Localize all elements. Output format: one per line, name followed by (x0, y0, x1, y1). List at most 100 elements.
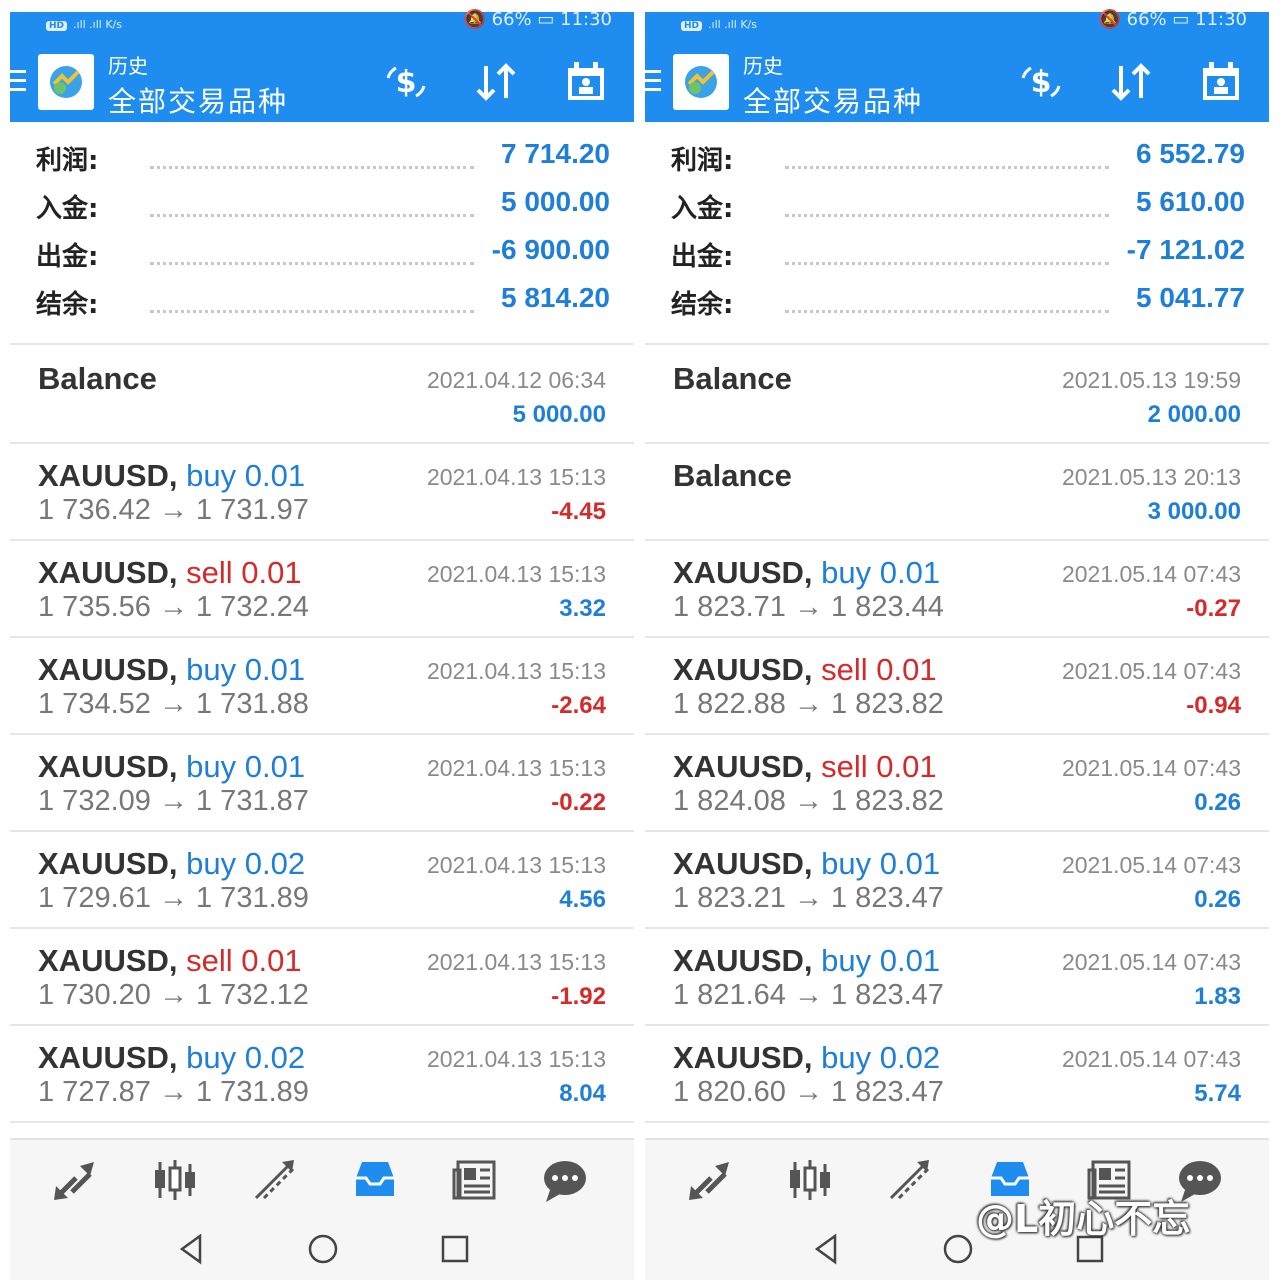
quotes-icon[interactable] (50, 1156, 100, 1204)
deal-row[interactable]: XAUUSD, buy 0.01 1 821.64 → 1 823.47 202… (645, 927, 1269, 1024)
currency-exchange-icon[interactable]: $ (1017, 60, 1065, 104)
home-icon[interactable] (306, 1232, 340, 1266)
quotes-icon[interactable] (685, 1156, 735, 1204)
deal-row[interactable]: XAUUSD, sell 0.01 1 730.20 → 1 732.12 20… (10, 927, 634, 1024)
calendar-icon[interactable] (562, 60, 610, 104)
deal-row[interactable]: XAUUSD, buy 0.01 1 823.21 → 1 823.47 202… (645, 830, 1269, 927)
deal-prices: 1 820.60 → 1 823.47 (673, 1076, 944, 1108)
dotted-leader (785, 262, 1109, 265)
chat-icon[interactable] (540, 1156, 590, 1204)
summary-label: 结余: (671, 290, 734, 320)
deal-row[interactable]: XAUUSD, buy 0.01 1 734.52 → 1 731.88 202… (10, 636, 634, 733)
trade-icon[interactable] (885, 1156, 935, 1204)
chart-icon[interactable] (785, 1156, 835, 1204)
deal-side: buy 0.01 (186, 749, 306, 784)
divider (645, 1121, 1269, 1123)
dotted-leader (150, 310, 474, 313)
deal-profit: -0.27 (1186, 595, 1241, 622)
deal-time: 2021.05.14 07:43 (1061, 1046, 1241, 1072)
deal-profit: -0.22 (551, 789, 606, 816)
deal-side: buy 0.01 (186, 458, 306, 493)
deal-row[interactable]: XAUUSD, buy 0.01 1 732.09 → 1 731.87 202… (10, 733, 634, 830)
summary-label: 结余: (36, 290, 99, 320)
screen-title[interactable]: 全部交易品种 (743, 80, 923, 120)
back-icon[interactable] (174, 1232, 208, 1266)
deal-profit: -1.92 (551, 983, 606, 1010)
deal-title: Balance (38, 361, 157, 396)
svg-text:$: $ (396, 65, 417, 100)
deal-row[interactable]: XAUUSD, sell 0.01 1 824.08 → 1 823.82 20… (645, 733, 1269, 830)
deal-profit: -0.94 (1186, 692, 1241, 719)
deal-title: XAUUSD, buy 0.01 (673, 846, 940, 882)
deal-row-balance[interactable]: Balance 2021.05.13 20:13 3 000.00 (645, 442, 1269, 539)
summary-value: -7 121.02 (1126, 234, 1245, 265)
deal-side: buy 0.02 (186, 1040, 306, 1075)
summary-label: 入金: (671, 194, 734, 224)
summary-value: 6 552.79 (1136, 138, 1245, 169)
deal-row[interactable]: XAUUSD, buy 0.02 1 820.60 → 1 823.47 202… (645, 1024, 1269, 1121)
screen-title[interactable]: 全部交易品种 (108, 80, 288, 120)
sort-icon[interactable] (472, 60, 520, 104)
deal-profit: 0.26 (1194, 789, 1241, 816)
summary-section: 利润: 6 552.79 入金: 5 610.00 出金: -7 121.02 … (645, 122, 1269, 344)
history-icon[interactable] (350, 1156, 400, 1204)
status-bar-right: 🔕 66% ▭ 11:30 (1098, 9, 1247, 30)
deal-title: XAUUSD, buy 0.02 (673, 1040, 940, 1076)
deal-symbol: XAUUSD, (38, 749, 178, 784)
currency-exchange-icon[interactable]: $ (382, 60, 430, 104)
deal-title: Balance (673, 361, 792, 396)
summary-label: 入金: (36, 194, 99, 224)
summary-label: 利润: (671, 146, 734, 176)
deal-prices: 1 727.87 → 1 731.89 (38, 1076, 309, 1108)
deal-time: 2021.04.13 15:13 (426, 561, 606, 587)
deal-side: buy 0.01 (821, 555, 941, 590)
dotted-leader (785, 310, 1109, 313)
system-navigation (10, 1218, 634, 1280)
back-icon[interactable] (809, 1232, 843, 1266)
deal-prices: 1 822.88 → 1 823.82 (673, 688, 944, 720)
deal-profit: 1.83 (1194, 983, 1241, 1010)
battery-level: 66% (491, 9, 532, 30)
status-bar-left: HD .ıll .ıll K/s (681, 18, 757, 31)
deal-row-balance[interactable]: Balance 2021.05.13 19:59 2 000.00 (645, 345, 1269, 442)
recents-icon[interactable] (438, 1232, 472, 1266)
clock: 11:30 (560, 9, 612, 30)
deal-symbol: XAUUSD, (38, 555, 178, 590)
deal-time: 2021.05.13 19:59 (1061, 367, 1241, 393)
summary-row-balance: 结余: 5 814.20 (10, 280, 634, 328)
deal-time: 2021.05.14 07:43 (1061, 755, 1241, 781)
deal-profit: 8.04 (559, 1080, 606, 1107)
deal-row[interactable]: XAUUSD, buy 0.02 1 727.87 → 1 731.89 202… (10, 1024, 634, 1121)
news-icon[interactable] (450, 1156, 500, 1204)
deal-title: XAUUSD, sell 0.01 (38, 943, 302, 979)
deal-time: 2021.04.13 15:13 (426, 949, 606, 975)
deal-profit: -4.45 (551, 498, 606, 525)
deal-title: XAUUSD, buy 0.01 (673, 943, 940, 979)
deal-symbol: XAUUSD, (38, 1040, 178, 1075)
screenshot-right: HD .ıll .ıll K/s 🔕 66% ▭ 11:30 历史 全部交易品种 … (645, 0, 1269, 1280)
dotted-leader (785, 166, 1109, 169)
deal-row[interactable]: XAUUSD, sell 0.01 1 735.56 → 1 732.24 20… (10, 539, 634, 636)
deal-row[interactable]: XAUUSD, buy 0.02 1 729.61 → 1 731.89 202… (10, 830, 634, 927)
home-icon[interactable] (941, 1232, 975, 1266)
deal-row[interactable]: XAUUSD, buy 0.01 1 823.71 → 1 823.44 202… (645, 539, 1269, 636)
deal-symbol: XAUUSD, (38, 652, 178, 687)
chart-icon[interactable] (150, 1156, 200, 1204)
deal-title: XAUUSD, buy 0.01 (38, 652, 305, 688)
sort-icon[interactable] (1107, 60, 1155, 104)
deal-row-balance[interactable]: Balance 2021.04.12 06:34 5 000.00 (10, 345, 634, 442)
summary-value: -6 900.00 (491, 234, 610, 265)
deal-prices: 1 823.71 → 1 823.44 (673, 591, 944, 623)
deal-side: buy 0.01 (821, 943, 941, 978)
deal-title: XAUUSD, sell 0.01 (673, 749, 937, 785)
menu-icon[interactable] (645, 70, 661, 92)
summary-value: 5 610.00 (1136, 186, 1245, 217)
deal-row[interactable]: XAUUSD, buy 0.01 1 736.42 → 1 731.97 202… (10, 442, 634, 539)
trade-icon[interactable] (250, 1156, 300, 1204)
deal-title: XAUUSD, sell 0.01 (673, 652, 937, 688)
menu-icon[interactable] (10, 70, 26, 92)
deal-row[interactable]: XAUUSD, sell 0.01 1 822.88 → 1 823.82 20… (645, 636, 1269, 733)
deal-prices: 1 823.21 → 1 823.47 (673, 882, 944, 914)
screen-subtitle: 历史 (743, 54, 783, 78)
calendar-icon[interactable] (1197, 60, 1245, 104)
